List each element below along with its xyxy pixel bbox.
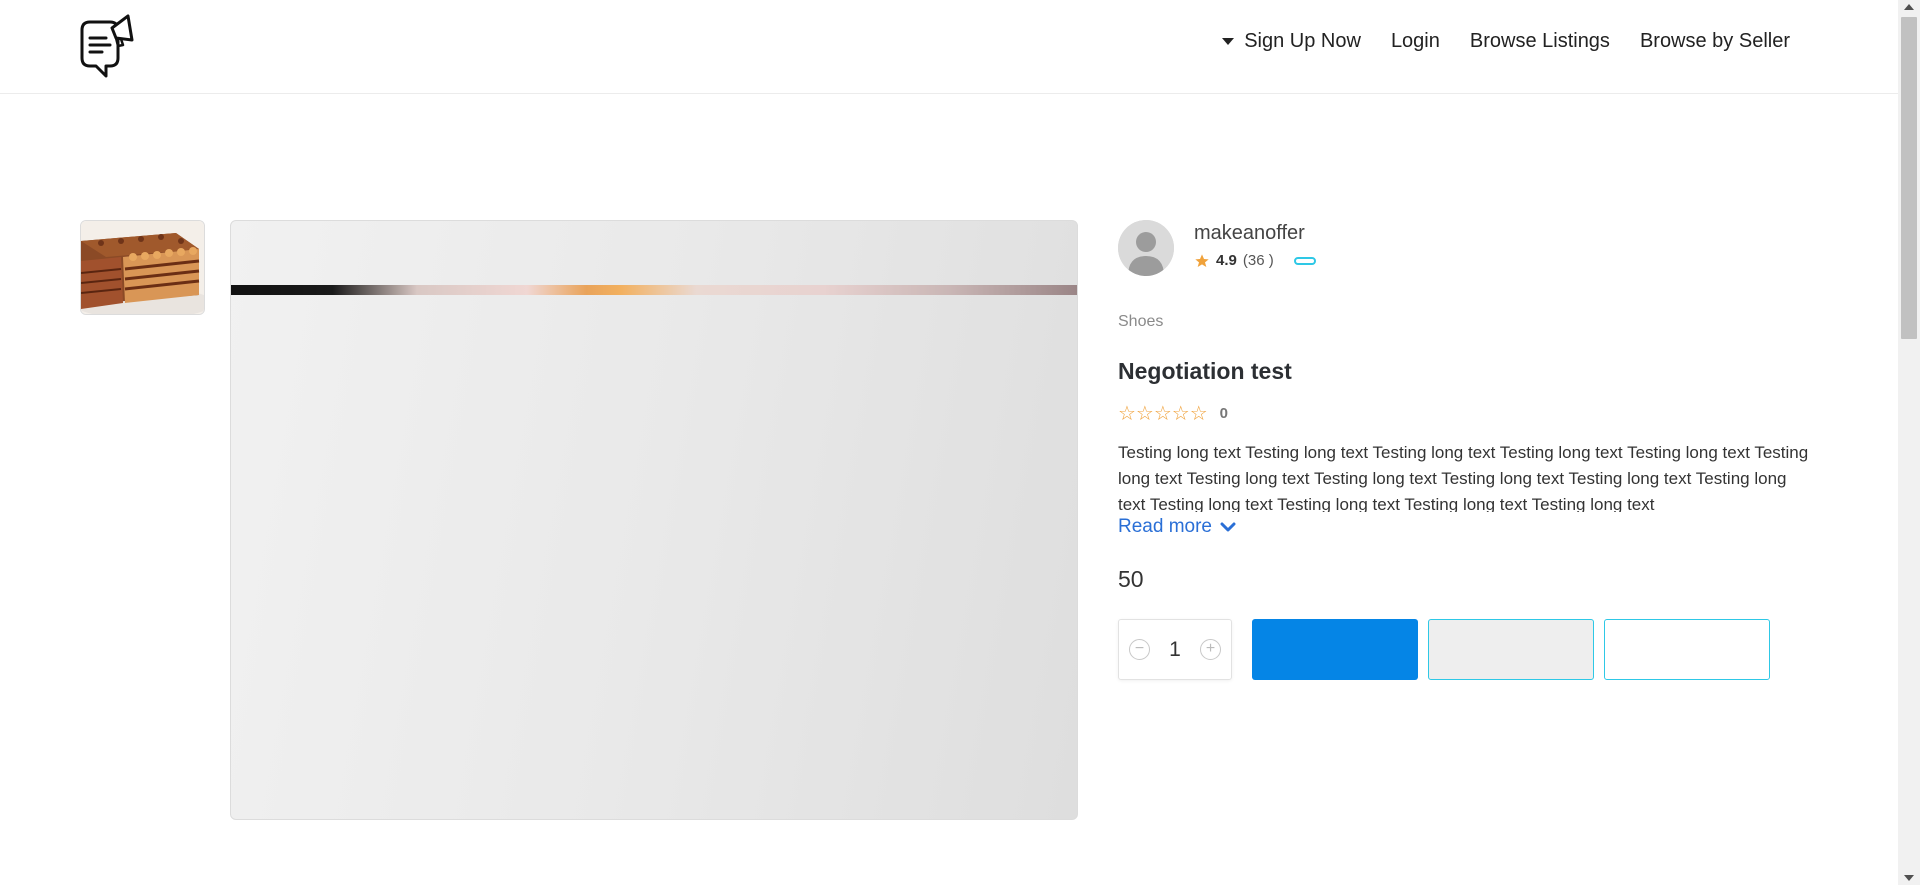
outline-action-button[interactable] — [1604, 619, 1770, 680]
page-scrollbar[interactable] — [1898, 0, 1920, 885]
secondary-action-button[interactable] — [1428, 619, 1594, 680]
image-loading-strip — [231, 285, 1077, 295]
caret-down-icon — [1222, 38, 1235, 45]
quantity-value[interactable]: 1 — [1169, 638, 1181, 662]
read-more-label: Read more — [1118, 516, 1212, 537]
nav-browse-by-seller-label: Browse by Seller — [1639, 30, 1790, 52]
plus-circle-icon[interactable]: + — [1200, 639, 1221, 660]
product-image[interactable] — [230, 220, 1078, 820]
quantity-stepper: − 1 + — [1118, 619, 1232, 680]
nav-sign-up[interactable]: Sign Up Now — [1222, 30, 1361, 53]
seller-badge — [1293, 256, 1316, 265]
star-rating-icons: ☆☆☆☆☆ — [1118, 403, 1208, 425]
nav-login-label: Login — [1390, 30, 1440, 52]
product-title: Negotiation test — [1118, 358, 1292, 384]
star-icon — [1195, 253, 1209, 267]
main-nav: Sign Up Now Login Browse Listings Browse… — [1222, 30, 1790, 53]
product-price: 50 — [1118, 566, 1144, 592]
megaphone-chat-logo-icon[interactable] — [76, 12, 138, 80]
seller-review-count: (36 ) — [1242, 252, 1274, 269]
scroll-down-arrow-icon[interactable] — [1904, 875, 1914, 881]
nav-browse-listings-label: Browse Listings — [1469, 30, 1610, 52]
seller-name[interactable]: makeanoffer — [1194, 222, 1305, 245]
chevron-down-icon — [1220, 522, 1236, 532]
nav-browse-listings[interactable]: Browse Listings — [1470, 30, 1610, 53]
seller-rating: 4.9 (36 ) — [1194, 252, 1316, 269]
product-stars[interactable]: ☆☆☆☆☆ 0 — [1118, 401, 1228, 426]
read-more-link[interactable]: Read more — [1118, 516, 1236, 538]
cake-photo — [81, 221, 204, 314]
user-avatar-icon[interactable] — [1118, 220, 1174, 276]
nav-browse-by-seller[interactable]: Browse by Seller — [1640, 30, 1790, 53]
scrollbar-thumb[interactable] — [1901, 17, 1917, 339]
seller-rating-value: 4.9 — [1216, 252, 1237, 269]
minus-circle-icon[interactable]: − — [1129, 639, 1150, 660]
rating-count: 0 — [1219, 405, 1228, 422]
primary-action-button[interactable] — [1252, 619, 1418, 680]
product-description: Testing long text Testing long text Test… — [1118, 443, 1809, 512]
nav-login[interactable]: Login — [1391, 30, 1440, 53]
product-thumbnail[interactable] — [80, 220, 205, 315]
scroll-up-arrow-icon[interactable] — [1904, 4, 1914, 10]
site-header: Sign Up Now Login Browse Listings Browse… — [0, 0, 1898, 94]
product-category[interactable]: Shoes — [1118, 313, 1163, 331]
nav-sign-up-label: Sign Up Now — [1244, 30, 1361, 52]
